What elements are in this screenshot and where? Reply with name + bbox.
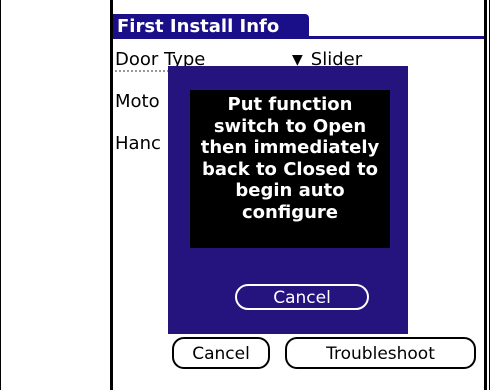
title-underline xyxy=(113,36,484,39)
auto-configure-dialog: Put function switch to Open then immedia… xyxy=(168,66,408,334)
window-border-left xyxy=(0,0,1,390)
hand-label-partial: Hanc xyxy=(115,133,161,154)
motor-label-partial: Moto xyxy=(115,91,160,112)
troubleshoot-button[interactable]: Troubleshoot xyxy=(285,337,476,369)
screen-border-left xyxy=(110,0,113,390)
cancel-button[interactable]: Cancel xyxy=(172,337,270,369)
dialog-cancel-button[interactable]: Cancel xyxy=(235,284,369,310)
title-bar: First Install Info xyxy=(113,14,484,39)
screen-border-right xyxy=(484,0,487,390)
dialog-message: Put function switch to Open then immedia… xyxy=(190,90,390,248)
